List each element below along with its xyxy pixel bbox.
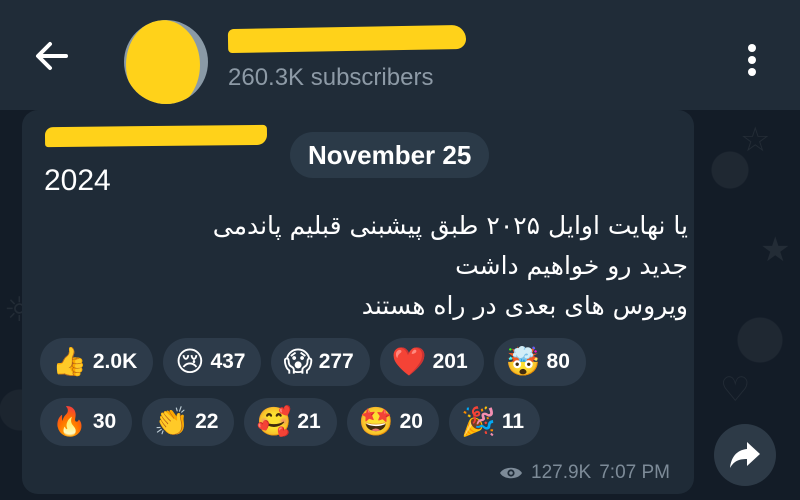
reaction-clapping[interactable]: 👏 22 [142, 398, 235, 446]
reaction-party-popper[interactable]: 🎉 11 [448, 398, 541, 446]
reaction-count: 201 [432, 350, 468, 373]
chat-header: 260.3K subscribers [0, 0, 800, 110]
reactions-row: 🔥 30 👏 22 🥰 21 🤩 20 🎉 11 [40, 398, 541, 446]
message-line: ویروس های بعدی در راه هستند [361, 291, 688, 320]
reaction-heart[interactable]: ❤️ 201 [379, 338, 484, 386]
message-line: جدید رو خواهیم داشت [455, 251, 688, 280]
reaction-count: 11 [501, 410, 525, 433]
fire-icon: 🔥 [52, 405, 87, 438]
smiling-hearts-icon: 🥰 [256, 405, 292, 438]
view-count: 127.9K [531, 462, 592, 483]
message-time: 7:07 PM [599, 462, 670, 483]
doodle-star-icon: ☆ [740, 120, 771, 160]
reaction-count: 277 [318, 350, 354, 373]
share-arrow-icon [730, 442, 760, 468]
exploding-head-icon: 🤯 [505, 345, 541, 378]
reaction-count: 80 [546, 350, 570, 373]
reaction-exploding-head[interactable]: 🤯 80 [493, 338, 586, 386]
eye-icon [500, 467, 522, 479]
reaction-screaming[interactable]: 😱 277 [271, 338, 370, 386]
crying-face-icon: 😢 [175, 345, 205, 378]
screaming-face-icon: 😱 [283, 345, 313, 378]
reaction-count: 22 [195, 410, 219, 433]
back-button[interactable] [32, 36, 72, 76]
sender-name-redaction [44, 124, 268, 148]
reaction-count: 2.0K [92, 350, 138, 373]
reaction-count: 30 [92, 410, 117, 433]
channel-title-redaction [227, 24, 467, 54]
message-line: یا نهایت اوایل ۲۰۲۵ طبق پیشبنی قبلیم پان… [212, 211, 688, 240]
red-heart-icon: ❤️ [391, 345, 427, 378]
thumbs-up-icon: 👍 [52, 345, 87, 378]
star-struck-icon: 🤩 [358, 405, 394, 438]
clapping-hands-icon: 👏 [154, 405, 190, 438]
message-bubble[interactable]: November 25 2024 یا نهایت اوایل ۲۰۲۵ طبق… [22, 110, 694, 494]
reactions-row: 👍 2.0K 😢 437 😱 277 ❤️ 201 🤯 80 [40, 338, 586, 386]
message-text: یا نهایت اوایل ۲۰۲۵ طبق پیشبنی قبلیم پان… [72, 206, 688, 326]
reaction-star-struck[interactable]: 🤩 20 [346, 398, 439, 446]
message-meta: 127.9K 7:07 PM [499, 462, 670, 484]
more-menu-button[interactable] [738, 40, 766, 80]
party-popper-icon: 🎉 [460, 405, 496, 438]
channel-avatar[interactable] [124, 20, 208, 104]
share-button[interactable] [714, 424, 776, 486]
reaction-count: 20 [399, 410, 423, 433]
arrow-left-icon [36, 42, 68, 70]
reaction-smiling-hearts[interactable]: 🥰 21 [244, 398, 337, 446]
avatar-redaction [126, 20, 200, 104]
doodle-heart-icon: ♡ [720, 370, 751, 410]
reaction-fire[interactable]: 🔥 30 [40, 398, 133, 446]
reaction-crying[interactable]: 😢 437 [163, 338, 262, 386]
message-year: 2024 [44, 164, 111, 197]
subscriber-count: 260.3K subscribers [228, 64, 434, 91]
reaction-thumbs-up[interactable]: 👍 2.0K [40, 338, 154, 386]
reaction-count: 437 [210, 350, 246, 373]
doodle-star-icon: ★ [760, 230, 791, 270]
date-badge: November 25 [290, 132, 490, 178]
vertical-dots-icon [748, 44, 756, 76]
reaction-count: 21 [297, 410, 321, 433]
